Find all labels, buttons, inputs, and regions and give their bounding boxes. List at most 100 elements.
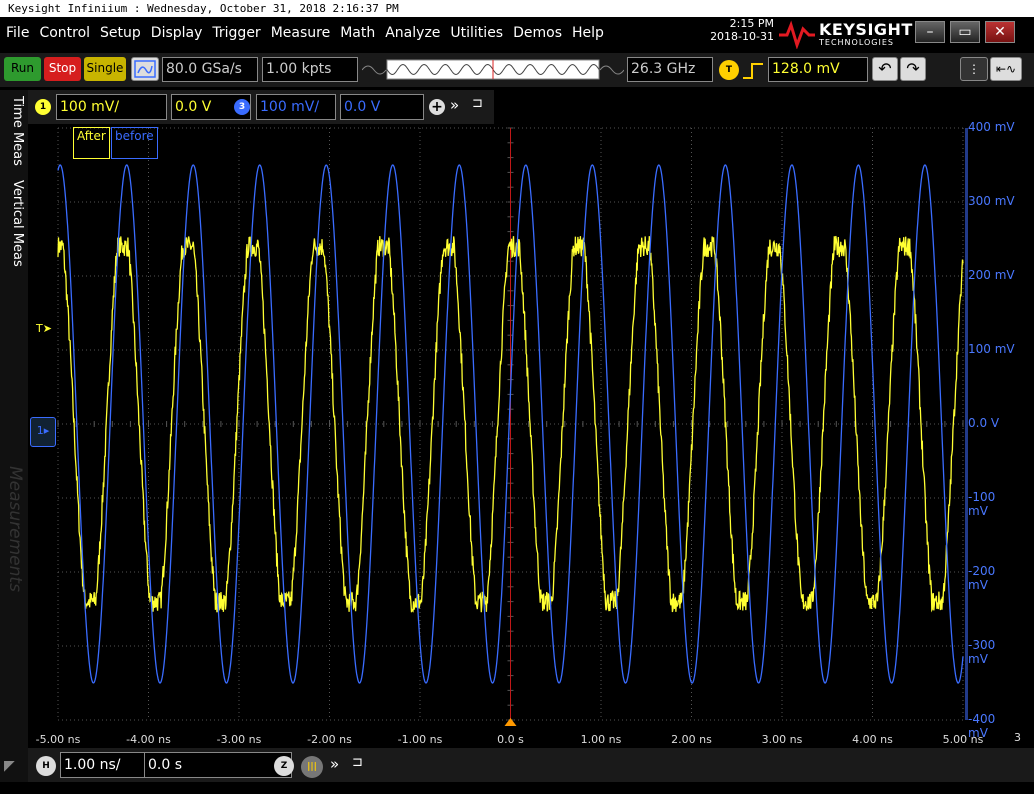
- expand-channels-button[interactable]: »: [450, 96, 459, 114]
- keysight-wave-icon: [779, 20, 815, 49]
- y-tick-label: -300 mV: [968, 638, 996, 666]
- side-tabs: Time Meas Vertical Meas Measurements: [0, 90, 28, 782]
- trigger-badge[interactable]: T: [719, 60, 739, 80]
- toolbar: Run Stop Single 80.0 GSa/s 1.00 kpts 26.…: [0, 53, 1034, 87]
- menu-measure[interactable]: Measure: [271, 25, 331, 41]
- ch1-badge[interactable]: 1: [35, 99, 51, 115]
- x-tick-label: 5.00 ns: [942, 733, 984, 746]
- ch3-badge[interactable]: 3: [234, 99, 250, 115]
- stop-button[interactable]: Stop: [44, 57, 81, 81]
- keysight-logo: KEYSIGHT TECHNOLOGIES: [777, 19, 912, 49]
- x-tick-label: -3.00 ns: [216, 733, 262, 746]
- menu-help[interactable]: Help: [572, 25, 604, 41]
- pin-button[interactable]: ⊐: [472, 96, 483, 111]
- x-tick-label: 3.00 ns: [761, 733, 803, 746]
- y-tick-label: 100 mV: [968, 342, 1015, 356]
- logo-sub: TECHNOLOGIES: [819, 38, 894, 47]
- window-title: Keysight Infiniium : Wednesday, October …: [0, 0, 1034, 17]
- menu-setup[interactable]: Setup: [100, 25, 141, 41]
- x-tick-label: -4.00 ns: [126, 733, 171, 746]
- pin-icon: ⊐: [352, 755, 363, 770]
- x-tick-label: -1.00 ns: [397, 733, 443, 746]
- menu-grip-icon: ⋮: [968, 62, 980, 76]
- y-tick-label: 400 mV: [968, 120, 1015, 134]
- menu-control[interactable]: Control: [39, 25, 90, 41]
- menu-analyze[interactable]: Analyze: [385, 25, 440, 41]
- pin-timebase-button[interactable]: ⊐: [352, 755, 363, 770]
- y-tick-label: -200 mV: [968, 564, 996, 592]
- close-button[interactable]: ✕: [985, 21, 1015, 43]
- pin-icon: ⊐: [472, 96, 483, 111]
- x-tick-label: 1.00 ns: [580, 733, 622, 746]
- redo-button[interactable]: ↷: [900, 57, 926, 81]
- bandwidth-field[interactable]: 26.3 GHz: [627, 57, 713, 82]
- menu-items: File Control Setup Display Trigger Measure Mat…: [6, 25, 614, 41]
- run-button[interactable]: Run: [4, 57, 41, 81]
- tab-time-meas[interactable]: Time Meas: [3, 96, 25, 166]
- menu-utilities[interactable]: Utilities: [450, 25, 503, 41]
- maximize-button[interactable]: ▭: [950, 21, 980, 43]
- y-tick-label: 200 mV: [968, 268, 1015, 282]
- chevron-right-icon: »: [450, 96, 460, 114]
- tab-vertical-meas[interactable]: Vertical Meas: [3, 180, 25, 267]
- menu-math[interactable]: Math: [340, 25, 375, 41]
- x-tick-label: -5.00 ns: [35, 733, 81, 746]
- autoscale-button[interactable]: [131, 57, 159, 81]
- trigger-level-marker[interactable]: T➤: [36, 322, 52, 335]
- legend-ch3[interactable]: before: [111, 127, 158, 159]
- trigger-position-icon[interactable]: [504, 718, 517, 726]
- add-channel-button[interactable]: +: [429, 99, 445, 115]
- rising-edge-icon[interactable]: [741, 61, 765, 81]
- x-tick-label: 0.0 s: [497, 733, 524, 746]
- waveform-display[interactable]: [28, 124, 1034, 744]
- menu-bar: File Control Setup Display Trigger Measure Mat…: [0, 17, 1034, 52]
- menu-file[interactable]: File: [6, 25, 29, 41]
- waveform-overview[interactable]: [361, 57, 625, 82]
- trigger-arrow-icon: ➤: [42, 322, 52, 335]
- overview-wave-icon: [361, 59, 625, 80]
- y-tick-label: -100 mV: [968, 490, 996, 518]
- autoscale-icon: [134, 60, 156, 78]
- touch-mode-button[interactable]: ⇤∿: [990, 57, 1022, 81]
- undo-button[interactable]: ↶: [872, 57, 898, 81]
- chevron-right-icon: »: [330, 755, 340, 773]
- ch3-offset-field[interactable]: 0.0 V: [340, 94, 424, 120]
- channel-bar: 1 100 mV/ 0.0 V 3 100 mV/ 0.0 V + » ⊐: [28, 90, 494, 124]
- trigger-level-field[interactable]: 128.0 mV: [768, 57, 868, 82]
- x-axis-overflow-mark: 3: [1014, 731, 1021, 744]
- zoom-badge[interactable]: Z: [274, 756, 294, 776]
- expand-timebase-button[interactable]: »: [330, 755, 339, 773]
- trigger-marker-label: T: [36, 322, 43, 335]
- menu-display[interactable]: Display: [151, 25, 203, 41]
- undo-icon: ↶: [878, 59, 892, 78]
- x-tick-label: 4.00 ns: [852, 733, 893, 746]
- ch3-scale-field[interactable]: 100 mV/: [256, 94, 336, 120]
- y-tick-label: 0.0 V: [968, 416, 1000, 430]
- memory-depth-field[interactable]: 1.00 kpts: [262, 57, 358, 82]
- ch1-scale-field[interactable]: 100 mV/: [56, 94, 167, 120]
- collapse-arrow-icon: ◤: [4, 758, 15, 774]
- timebase-position-field[interactable]: 0.0 s: [144, 752, 292, 778]
- waveform-plot: [57, 127, 968, 726]
- single-button[interactable]: Single: [84, 57, 126, 81]
- ch3-ground-marker[interactable]: 1▸: [30, 417, 56, 447]
- sample-rate-field[interactable]: 80.0 GSa/s: [162, 57, 258, 82]
- plus-icon: +: [431, 99, 443, 115]
- timebase-bar: H 1.00 ns/ 0.0 s Z ||| » ⊐: [28, 748, 1034, 782]
- bars-icon: |||: [307, 762, 317, 772]
- clock: 2:15 PM 2018-10-31: [700, 17, 774, 43]
- clock-date: 2018-10-31: [710, 30, 774, 43]
- legend-ch1[interactable]: After: [73, 127, 110, 159]
- ground-arrow-icon: ▸: [43, 424, 50, 437]
- ground-marker-label: 1: [36, 424, 44, 437]
- toolbar-menu-button[interactable]: ⋮: [960, 57, 988, 81]
- collapse-measurements-button[interactable]: ◤: [4, 758, 15, 774]
- horizontal-badge[interactable]: H: [36, 756, 56, 776]
- minimize-button[interactable]: –: [915, 21, 945, 43]
- touch-wave-icon: ⇤∿: [995, 62, 1017, 76]
- menu-demos[interactable]: Demos: [513, 25, 562, 41]
- tab-measurements[interactable]: Measurements: [3, 466, 25, 592]
- menu-trigger[interactable]: Trigger: [212, 25, 260, 41]
- acquisition-mode-button[interactable]: |||: [301, 756, 323, 778]
- clock-time: 2:15 PM: [729, 17, 774, 30]
